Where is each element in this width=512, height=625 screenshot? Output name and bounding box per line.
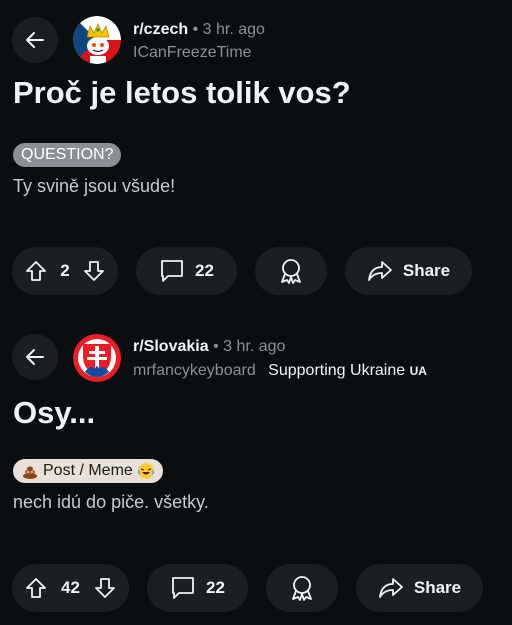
share-arrow-icon — [367, 258, 393, 284]
laughing-emoji-icon — [137, 462, 155, 480]
back-button[interactable] — [12, 17, 58, 63]
award-button[interactable] — [266, 564, 338, 612]
subreddit-avatar[interactable] — [73, 16, 121, 64]
upvote-count: 2 — [60, 261, 70, 280]
post-time: 3 hr. ago — [223, 338, 286, 355]
share-label: Share — [402, 261, 451, 280]
separator-dot: • — [213, 338, 219, 355]
speech-bubble-icon — [159, 258, 185, 284]
vote-bar: 42 — [12, 564, 129, 612]
speech-bubble-icon — [170, 575, 196, 601]
subreddit-line: r/Slovakia • 3 hr. ago — [133, 338, 285, 356]
share-button[interactable]: Share — [356, 564, 483, 612]
award-medal-icon — [288, 574, 316, 602]
arrow-down-icon[interactable] — [93, 576, 117, 600]
arrow-left-icon — [23, 28, 47, 52]
user-flair-text: Supporting Ukraine — [268, 362, 406, 379]
share-arrow-icon — [378, 575, 404, 601]
author-line: mrfancykeyboard Supporting Ukraine UA — [133, 362, 427, 380]
separator-dot: • — [192, 21, 199, 38]
post-flair[interactable]: QUESTION? — [13, 143, 122, 167]
subreddit-line: r/czech • 3 hr. ago — [133, 21, 265, 39]
post-title[interactable]: Proč je letos tolik vos? — [13, 75, 351, 111]
post-body: nech idú do piče. všetky. — [13, 492, 209, 512]
author-name[interactable]: mrfancykeyboard — [133, 362, 256, 379]
comments-button[interactable]: 22 — [136, 247, 237, 295]
post-card: r/czech • 3 hr. ago ICanFreezeTime Proč … — [0, 0, 512, 316]
post-flair-label: Post / Meme — [43, 462, 133, 479]
poop-emoji-icon — [21, 462, 39, 480]
post-flair-label: QUESTION? — [21, 146, 114, 163]
comment-count: 22 — [206, 578, 225, 597]
post-card: r/Slovakia • 3 hr. ago mrfancykeyboard S… — [0, 316, 512, 625]
post-flair[interactable]: Post / Meme — [13, 459, 163, 483]
user-flair: Supporting Ukraine UA — [268, 362, 427, 379]
share-label: Share — [413, 578, 462, 597]
subreddit-name[interactable]: r/czech — [133, 21, 188, 38]
post-title[interactable]: Osy... — [13, 395, 95, 431]
award-medal-icon — [277, 257, 305, 285]
vote-bar: 2 — [12, 247, 118, 295]
subreddit-avatar[interactable] — [73, 334, 121, 382]
arrow-down-icon[interactable] — [82, 259, 106, 283]
user-flair-badge: UA — [409, 364, 427, 378]
award-button[interactable] — [255, 247, 327, 295]
back-button[interactable] — [12, 334, 58, 380]
post-body: Ty svině jsou všude! — [13, 176, 176, 196]
author-line: ICanFreezeTime — [133, 44, 252, 62]
upvote-count: 42 — [61, 578, 80, 597]
arrow-up-icon[interactable] — [24, 259, 48, 283]
post-time: 3 hr. ago — [202, 21, 265, 38]
share-button[interactable]: Share — [345, 247, 472, 295]
subreddit-name[interactable]: r/Slovakia — [133, 338, 209, 355]
comment-count: 22 — [195, 261, 214, 280]
comments-button[interactable]: 22 — [147, 564, 248, 612]
arrow-left-icon — [23, 345, 47, 369]
arrow-up-icon[interactable] — [24, 576, 48, 600]
author-name[interactable]: ICanFreezeTime — [133, 44, 252, 61]
